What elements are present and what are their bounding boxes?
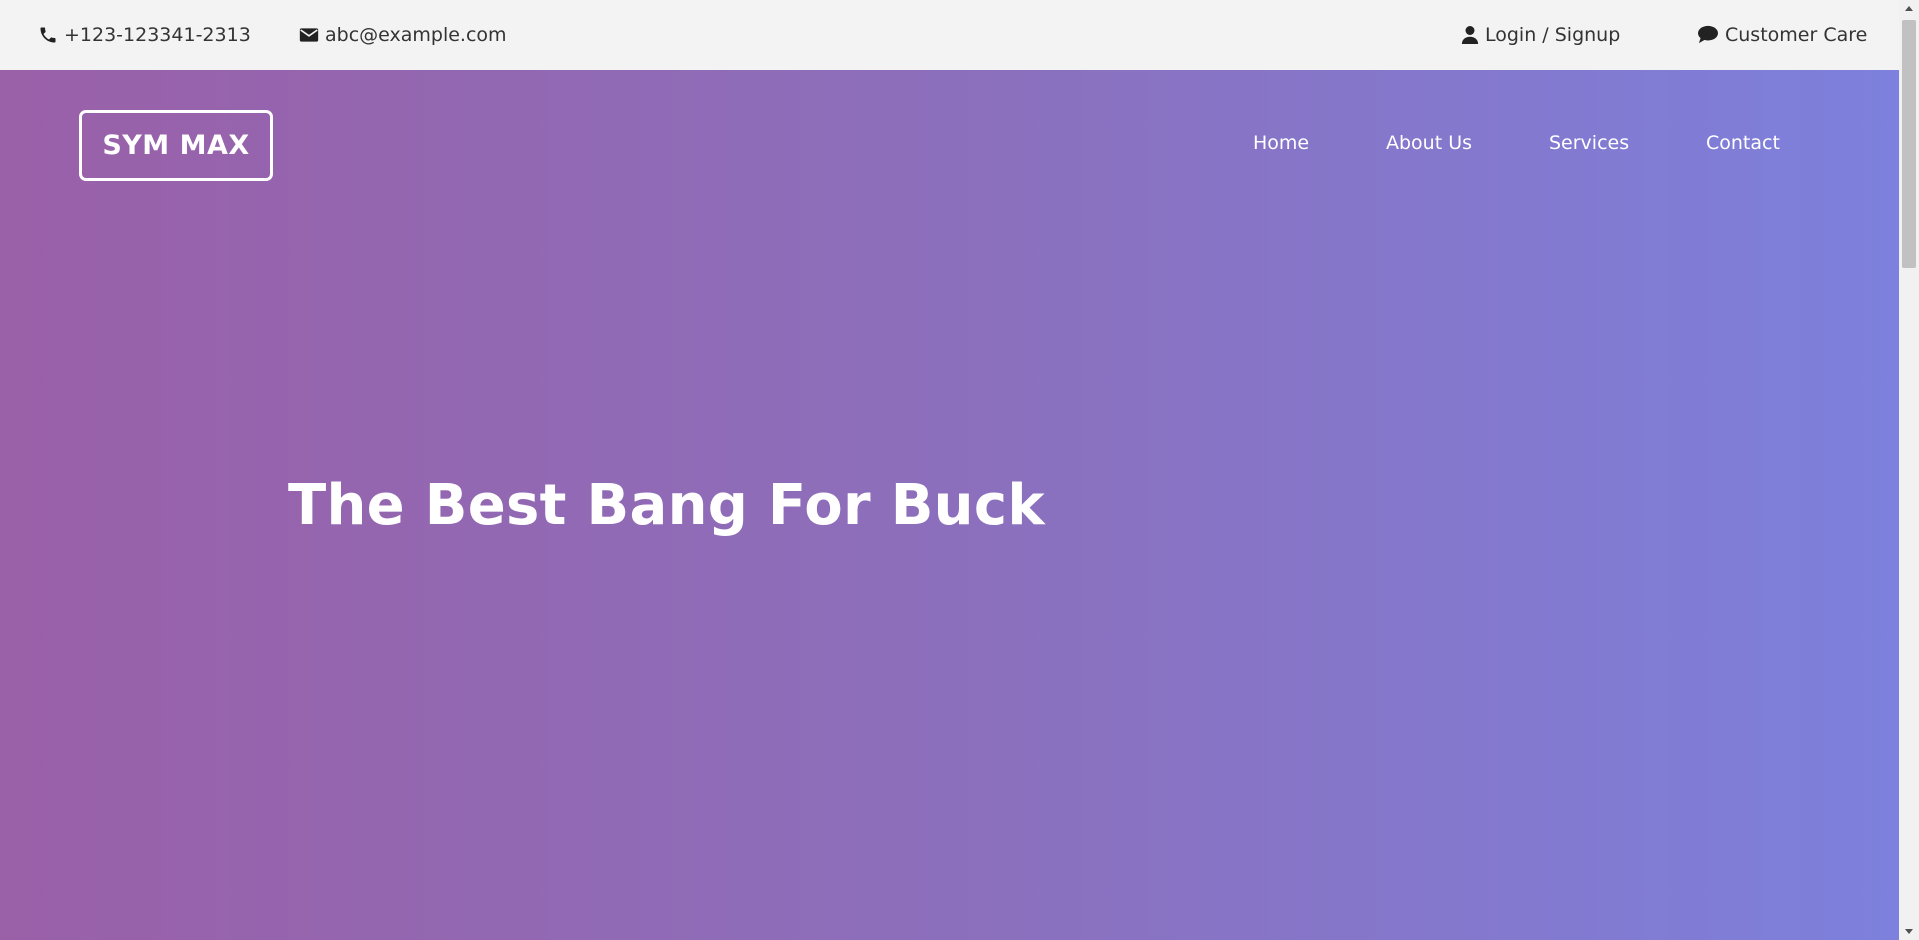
user-icon	[1461, 25, 1479, 45]
customer-care-label: Customer Care	[1725, 24, 1868, 46]
hero-section: SYM MAX Home About Us Services Contact T…	[0, 70, 1899, 940]
scroll-up-arrow-icon[interactable]	[1899, 0, 1919, 17]
phone-icon	[38, 25, 58, 45]
brand-logo[interactable]: SYM MAX	[79, 110, 273, 181]
login-signup-link[interactable]: Login / Signup	[1461, 0, 1620, 70]
page: +123-123341-2313 abc@example.com Login /…	[0, 0, 1919, 940]
chat-bubble-icon	[1697, 25, 1719, 45]
email-contact[interactable]: abc@example.com	[299, 0, 507, 70]
customer-care-link[interactable]: Customer Care	[1697, 0, 1867, 70]
envelope-icon	[299, 26, 319, 44]
top-utility-bar: +123-123341-2313 abc@example.com Login /…	[0, 0, 1899, 70]
nav-item-services[interactable]: Services	[1549, 132, 1629, 154]
scrollbar-thumb[interactable]	[1902, 20, 1916, 268]
hero-headline: The Best Bang For Buck	[288, 473, 1045, 538]
nav-item-about-us[interactable]: About Us	[1386, 132, 1472, 154]
vertical-scrollbar[interactable]	[1899, 0, 1919, 940]
email-address: abc@example.com	[325, 24, 507, 46]
nav-item-home[interactable]: Home	[1253, 132, 1309, 154]
nav-item-contact[interactable]: Contact	[1706, 132, 1780, 154]
phone-contact[interactable]: +123-123341-2313	[38, 0, 251, 70]
scroll-down-arrow-icon[interactable]	[1899, 923, 1919, 940]
phone-number: +123-123341-2313	[64, 24, 251, 46]
login-signup-label: Login / Signup	[1485, 24, 1621, 46]
